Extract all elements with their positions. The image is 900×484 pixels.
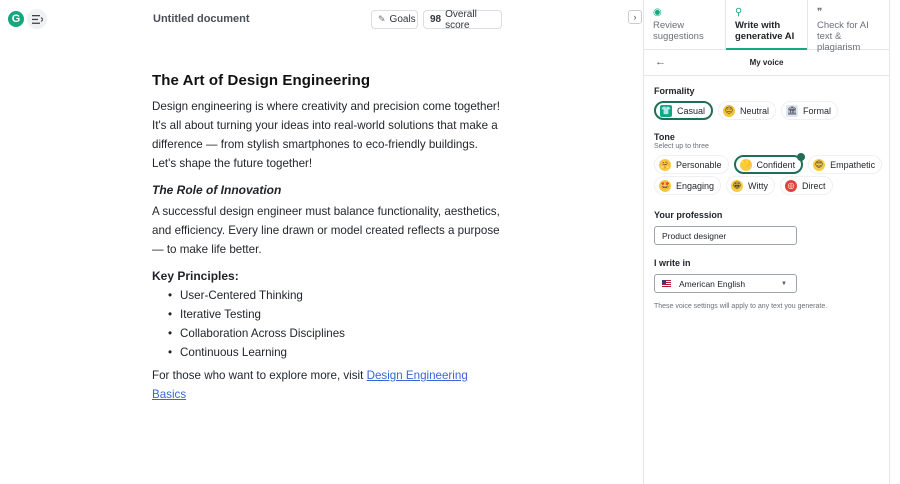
document-body[interactable]: The Art of Design Engineering Design eng… (152, 72, 502, 404)
doc-heading: The Art of Design Engineering (152, 72, 371, 89)
chip-label: Casual (677, 105, 706, 116)
quote-icon: ❞ (817, 7, 823, 18)
tshirt-icon: 👕 (660, 104, 672, 117)
score-value: 98 (430, 14, 442, 25)
tab-label-line2: suggestions (653, 31, 704, 42)
formality-section: Formality 👕 Casual 😐 Neutral 🏛 Formal (644, 86, 889, 120)
voice-settings-note: These voice settings will apply to any t… (654, 303, 828, 310)
profession-input[interactable]: Product designer (654, 226, 797, 245)
smiling-face-icon: 😊 (813, 158, 826, 171)
chip-label: Witty (748, 180, 769, 191)
chip-label: Formal (803, 105, 832, 116)
doc-paragraph-2: A successful design engineer must balanc… (152, 205, 500, 256)
tone-direct-chip[interactable]: ◎ Direct (780, 176, 833, 195)
closing-paragraph: For those who want to explore more, visi… (152, 366, 502, 404)
tone-confident-chip[interactable]: 💛 Confident (733, 153, 806, 174)
chip-label: Direct (802, 180, 826, 191)
profession-value: Product designer (662, 230, 727, 241)
tab-label-line2: generative AI (735, 31, 795, 42)
doc-subheading: The Role of Innovation (152, 183, 282, 197)
tone-witty-chip[interactable]: 😁 Witty (726, 176, 776, 195)
editor-area: G Untitled document ✎ Goals 98 Overall s… (0, 0, 643, 484)
selected-check-icon (797, 153, 806, 161)
profession-title: Your profession (654, 210, 723, 220)
menu-button[interactable] (27, 9, 47, 29)
tab-label-line1: Check for AI (817, 20, 869, 31)
assistant-panel: ◉ Review suggestions ⚲ Write with genera… (643, 0, 890, 484)
chip-label: Confident (756, 159, 796, 170)
ai-pin-icon: ⚲ (735, 7, 743, 18)
language-title: I write in (654, 258, 691, 268)
chip-label: Empathetic (830, 159, 876, 170)
language-select[interactable]: American English ▼ (654, 274, 797, 293)
panel-tabs: ◉ Review suggestions ⚲ Write with genera… (644, 0, 889, 53)
back-arrow-icon[interactable]: ← (655, 56, 666, 68)
tone-options-row1: 🤗 Personable 💛 Confident 😊 Empathetic (654, 153, 883, 174)
document-title[interactable]: Untitled document (153, 13, 250, 25)
chip-label: Neutral (740, 105, 770, 116)
tab-check-ai-plagiarism[interactable]: ❞ Check for AI text & plagiarism (808, 0, 889, 53)
doc-intro-paragraph: Design engineering is where creativity a… (152, 100, 500, 170)
star-eyes-icon: 🤩 (659, 179, 671, 192)
building-icon: 🏛 (786, 104, 799, 117)
subheader-title: My voice (749, 58, 784, 67)
principles-heading: Key Principles: (152, 269, 239, 283)
heart-icon: 💛 (739, 158, 752, 171)
tone-subtitle: Select up to three (654, 143, 709, 150)
language-section: I write in American English ▼ These voic… (644, 258, 889, 310)
principles-list: User-Centered Thinking Iterative Testing… (168, 286, 502, 362)
grammarly-logo-icon[interactable]: G (8, 11, 24, 27)
profession-section: Your profession Product designer (644, 210, 889, 245)
tab-label-line1: Write with (735, 20, 781, 31)
formality-casual-chip[interactable]: 👕 Casual (654, 101, 714, 120)
closing-text: For those who want to explore more, visi… (152, 369, 367, 382)
formality-formal-chip[interactable]: 🏛 Formal (781, 101, 839, 120)
us-flag-icon (662, 280, 671, 287)
goals-button[interactable]: ✎ Goals (371, 10, 418, 29)
score-label: Overall score (445, 8, 477, 31)
formality-neutral-chip[interactable]: 😐 Neutral (718, 101, 777, 120)
tone-engaging-chip[interactable]: 🤩 Engaging (654, 176, 722, 195)
grinning-face-icon: 😁 (731, 179, 744, 192)
neutral-face-icon: 😐 (723, 104, 736, 117)
goals-icon: ✎ (378, 14, 386, 24)
overall-score-button[interactable]: 98 Overall score (423, 8, 502, 31)
menu-lines-icon (31, 14, 43, 24)
list-item: User-Centered Thinking (168, 286, 502, 305)
tone-options-row2: 🤩 Engaging 😁 Witty ◎ Direct (654, 176, 879, 195)
formality-options: 👕 Casual 😐 Neutral 🏛 Formal (654, 101, 879, 120)
goals-label: Goals (389, 14, 416, 25)
tone-title: Tone (654, 132, 675, 142)
grammarly-circle-icon: ◉ (653, 7, 662, 18)
dropdown-caret-icon: ▼ (781, 280, 787, 287)
language-value: American English (679, 278, 746, 289)
tab-review-suggestions[interactable]: ◉ Review suggestions (644, 0, 725, 49)
formality-title: Formality (654, 86, 695, 96)
tab-write-generative-ai[interactable]: ⚲ Write with generative AI (725, 0, 808, 50)
tab-label-line1: Review (653, 20, 685, 31)
target-icon: ◎ (785, 179, 798, 192)
list-item: Iterative Testing (168, 305, 502, 324)
collapse-panel-button[interactable]: › (628, 10, 642, 24)
tone-personable-chip[interactable]: 🤗 Personable (654, 155, 729, 174)
chip-label: Personable (676, 159, 722, 170)
list-item: Continuous Learning (168, 343, 502, 362)
tone-empathetic-chip[interactable]: 😊 Empathetic (808, 155, 883, 174)
chevron-right-icon: › (633, 12, 637, 22)
hugging-face-icon: 🤗 (659, 158, 671, 171)
panel-subheader: ← My voice (644, 50, 889, 76)
chip-label: Engaging (676, 180, 715, 191)
list-item: Collaboration Across Disciplines (168, 324, 502, 343)
tone-section: Tone Select up to three 🤗 Personable 💛 C… (644, 132, 889, 195)
